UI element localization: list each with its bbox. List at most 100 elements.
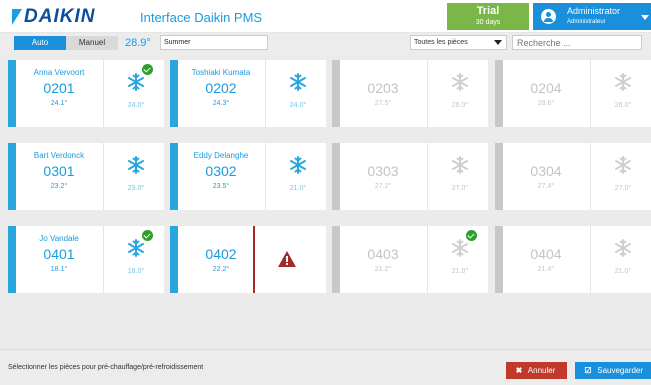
toolbar: Auto Manuel 28.9° Toutes les pièces: [0, 33, 651, 53]
snowflake-icon: [613, 72, 633, 92]
room-card[interactable]: 0402 22.2°: [170, 226, 326, 293]
user-role: Administrateur: [567, 19, 606, 25]
setpoint-temperature: 27.0°: [451, 185, 469, 192]
setpoint-temperature: 26.0°: [614, 102, 632, 109]
save-button[interactable]: ☑ Sauvegarder: [575, 362, 651, 379]
room-card[interactable]: Jo Vandale 0401 18.1° 18.0°: [8, 226, 164, 293]
room-info[interactable]: 0404 21.4°: [503, 226, 589, 293]
room-info[interactable]: Toshiaki Kumata 0202 24.3°: [178, 60, 264, 127]
setpoint-temperature: 18.0°: [127, 268, 145, 275]
room-temperature: 21.4°: [537, 266, 555, 273]
footer-hint: Sélectionner les pièces pour pré-chauffa…: [8, 364, 204, 371]
room-status-bar: [495, 60, 503, 127]
room-hvac[interactable]: 24.0°: [103, 60, 167, 127]
room-info[interactable]: Anna Vervoort 0201 24.1°: [16, 60, 102, 127]
user-menu[interactable]: Administrator Administrateur: [533, 3, 651, 30]
snowflake-icon: [126, 155, 146, 175]
save-label: Sauvegarder: [597, 366, 644, 375]
room-number: 0401: [43, 246, 75, 262]
room-hvac[interactable]: 26.0°: [590, 60, 651, 127]
room-card[interactable]: 0203 27.5° 26.0°: [332, 60, 488, 127]
selected-check-icon[interactable]: [466, 230, 477, 241]
setpoint-temperature: 24.0°: [127, 102, 145, 109]
chevron-down-icon: [641, 15, 649, 20]
room-card[interactable]: Bart Verdonck 0301 23.2° 23.0°: [8, 143, 164, 210]
daikin-logo: DAIKIN: [12, 6, 95, 27]
snowflake-icon: [126, 238, 146, 258]
trial-badge: Trial 30 days: [447, 3, 529, 30]
room-temperature: 22.2°: [212, 266, 230, 273]
room-card[interactable]: 0404 21.4° 21.0°: [495, 226, 651, 293]
trial-days: 30 days: [475, 19, 501, 26]
room-status-bar: [170, 60, 178, 127]
guest-name: Jo Vandale: [39, 234, 79, 243]
room-number: 0403: [367, 246, 399, 262]
mode-manual-button[interactable]: Manuel: [66, 36, 118, 50]
room-hvac[interactable]: 21.0°: [590, 226, 651, 293]
room-info[interactable]: 0402 22.2°: [178, 226, 264, 293]
app-title: Interface Daikin PMS: [140, 10, 263, 25]
room-card[interactable]: Toshiaki Kumata 0202 24.3° 24.0°: [170, 60, 326, 127]
room-alert[interactable]: [253, 226, 317, 293]
room-info[interactable]: 0204 28.6°: [503, 60, 589, 127]
room-temperature: 27.2°: [374, 183, 392, 190]
room-info[interactable]: Eddy Delanghe 0302 23.5°: [178, 143, 264, 210]
setpoint-temperature: 21.0°: [614, 268, 632, 275]
room-hvac[interactable]: 21.0°: [265, 143, 329, 210]
mode-auto-button[interactable]: Auto: [14, 36, 66, 50]
room-number: 0304: [530, 163, 562, 179]
snowflake-icon: [450, 238, 470, 258]
rooms-filter-select[interactable]: Toutes les pièces: [410, 35, 507, 50]
room-hvac[interactable]: 24.0°: [265, 60, 329, 127]
snowflake-icon: [288, 72, 308, 92]
season-input[interactable]: [160, 35, 268, 50]
room-info[interactable]: Bart Verdonck 0301 23.2°: [16, 143, 102, 210]
room-card[interactable]: Eddy Delanghe 0302 23.5° 21.0°: [170, 143, 326, 210]
cancel-label: Annuler: [527, 366, 556, 375]
room-temperature: 27.4°: [537, 183, 555, 190]
cancel-button[interactable]: ✖ Annuler: [506, 362, 567, 379]
room-status-bar: [8, 60, 16, 127]
room-temperature: 28.6°: [537, 100, 555, 107]
room-card[interactable]: 0304 27.4° 27.0°: [495, 143, 651, 210]
warning-icon: [278, 251, 296, 267]
room-hvac[interactable]: 27.0°: [427, 143, 491, 210]
selected-check-icon[interactable]: [142, 64, 153, 75]
search-input[interactable]: [512, 35, 642, 50]
room-temperature: 23.5°: [212, 183, 230, 190]
room-number: 0402: [205, 246, 237, 262]
room-status-bar: [495, 143, 503, 210]
room-temperature: 24.1°: [50, 100, 68, 107]
room-temperature: 24.3°: [212, 100, 230, 107]
setpoint-temperature: 27.0°: [614, 185, 632, 192]
guest-name: Bart Verdonck: [33, 151, 85, 160]
room-status-bar: [495, 226, 503, 293]
snowflake-icon: [288, 155, 308, 175]
room-card[interactable]: Anna Vervoort 0201 24.1° 24.0°: [8, 60, 164, 127]
snowflake-icon: [126, 72, 146, 92]
room-hvac[interactable]: 23.0°: [103, 143, 167, 210]
room-hvac[interactable]: 18.0°: [103, 226, 167, 293]
room-status-bar: [332, 60, 340, 127]
room-number: 0203: [367, 80, 399, 96]
close-icon: ✖: [515, 366, 523, 375]
room-info[interactable]: 0203 27.5°: [340, 60, 426, 127]
room-info[interactable]: 0303 27.2°: [340, 143, 426, 210]
daikin-logo-mark: [12, 9, 22, 25]
room-temperature: 27.5°: [374, 100, 392, 107]
room-info[interactable]: 0403 21.2°: [340, 226, 426, 293]
room-card[interactable]: 0403 21.2° 21.0°: [332, 226, 488, 293]
room-card[interactable]: 0204 28.6° 26.0°: [495, 60, 651, 127]
room-hvac[interactable]: 21.0°: [427, 226, 491, 293]
room-hvac[interactable]: 26.0°: [427, 60, 491, 127]
room-hvac[interactable]: 27.0°: [590, 143, 651, 210]
snowflake-icon: [450, 155, 470, 175]
rooms-filter-value: Toutes les pièces: [414, 39, 468, 46]
room-info[interactable]: Jo Vandale 0401 18.1°: [16, 226, 102, 293]
room-number: 0202: [205, 80, 237, 96]
selected-check-icon[interactable]: [142, 230, 153, 241]
room-info[interactable]: 0304 27.4°: [503, 143, 589, 210]
rooms-grid: Anna Vervoort 0201 24.1° 24.0° Toshiaki …: [0, 53, 651, 349]
setpoint-temperature: 24.0°: [289, 102, 307, 109]
room-card[interactable]: 0303 27.2° 27.0°: [332, 143, 488, 210]
